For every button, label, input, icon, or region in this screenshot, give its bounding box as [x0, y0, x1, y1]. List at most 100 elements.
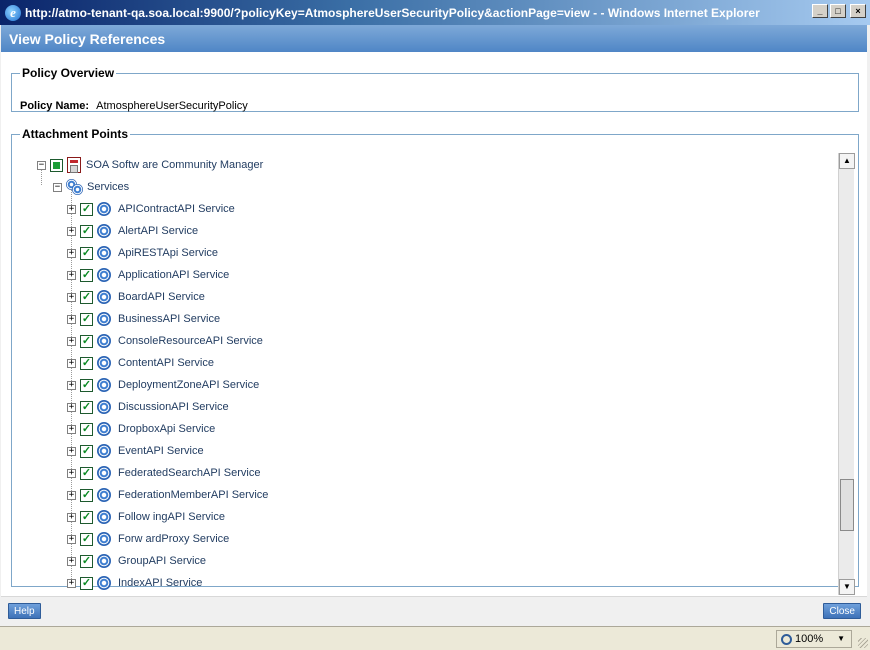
- tree-node-service[interactable]: + ✓ ConsoleResourceAPI Service: [67, 332, 263, 350]
- checkbox[interactable]: ✓: [80, 312, 93, 326]
- tree-node-service[interactable]: + ✓ APIContractAPI Service: [67, 200, 235, 218]
- resize-grip[interactable]: [858, 638, 868, 648]
- zoom-control[interactable]: 100% ▼: [776, 630, 852, 648]
- close-window-button[interactable]: ×: [850, 4, 866, 18]
- checkbox[interactable]: ✓: [80, 356, 93, 370]
- tree-node-label: IndexAPI Service: [118, 577, 203, 589]
- gear-icon: [97, 422, 111, 436]
- expand-icon[interactable]: +: [67, 490, 76, 500]
- expand-icon[interactable]: +: [67, 468, 76, 478]
- services-icon: [66, 179, 84, 195]
- scroll-thumb[interactable]: [840, 479, 854, 531]
- tree-node-label: BoardAPI Service: [118, 291, 205, 303]
- scroll-down-button[interactable]: ▼: [839, 579, 855, 595]
- tree-node-service[interactable]: + ✓ Follow ingAPI Service: [67, 508, 225, 526]
- tree-node-service[interactable]: + ✓ GroupAPI Service: [67, 552, 206, 570]
- collapse-icon[interactable]: −: [53, 182, 62, 192]
- help-button[interactable]: Help: [8, 603, 41, 619]
- checkbox[interactable]: ✓: [80, 532, 93, 546]
- checkbox[interactable]: ✓: [80, 202, 93, 216]
- expand-icon[interactable]: +: [67, 402, 76, 412]
- gear-icon: [97, 334, 111, 348]
- expand-icon[interactable]: +: [67, 226, 76, 236]
- checkbox[interactable]: ✓: [80, 444, 93, 458]
- vertical-scrollbar[interactable]: ▲ ▼: [838, 153, 855, 595]
- expand-icon[interactable]: +: [67, 292, 76, 302]
- gear-icon: [97, 378, 111, 392]
- tree-node-label: SOA Softw are Community Manager: [86, 159, 264, 171]
- chevron-down-icon[interactable]: ▼: [837, 631, 845, 647]
- collapse-icon[interactable]: −: [37, 160, 46, 170]
- expand-icon[interactable]: +: [67, 358, 76, 368]
- expand-icon[interactable]: +: [67, 534, 76, 544]
- expand-icon[interactable]: +: [67, 248, 76, 258]
- tree-node-service[interactable]: + ✓ FederatedSearchAPI Service: [67, 464, 260, 482]
- tree-node-service[interactable]: + ✓ EventAPI Service: [67, 442, 204, 460]
- checkbox[interactable]: ✓: [80, 576, 93, 590]
- status-bar: 100% ▼: [0, 626, 870, 650]
- dialog-content: Policy Overview Policy Name: AtmosphereU…: [1, 52, 867, 596]
- partial-checkbox[interactable]: [50, 158, 63, 172]
- tree-node-label: DeploymentZoneAPI Service: [118, 379, 260, 391]
- tree-node-service[interactable]: + ✓ BoardAPI Service: [67, 288, 205, 306]
- expand-icon[interactable]: +: [67, 336, 76, 346]
- tree-node-service[interactable]: + ✓ ApiRESTApi Service: [67, 244, 218, 262]
- tree-node-service[interactable]: + ✓ BusinessAPI Service: [67, 310, 220, 328]
- expand-icon[interactable]: +: [67, 270, 76, 280]
- tree-node-service[interactable]: + ✓ ApplicationAPI Service: [67, 266, 229, 284]
- expand-icon[interactable]: +: [67, 578, 76, 588]
- checkbox[interactable]: ✓: [80, 554, 93, 568]
- tree-node-service[interactable]: + ✓ DropboxApi Service: [67, 420, 215, 438]
- tree-node-label: FederatedSearchAPI Service: [118, 467, 261, 479]
- expand-icon[interactable]: +: [67, 446, 76, 456]
- checkbox[interactable]: ✓: [80, 268, 93, 282]
- expand-icon[interactable]: +: [67, 204, 76, 214]
- gear-icon: [97, 268, 111, 282]
- checkbox[interactable]: ✓: [80, 400, 93, 414]
- close-button[interactable]: Close: [823, 603, 861, 619]
- window-titlebar: e http://atmo-tenant-qa.soa.local:9900/?…: [0, 0, 870, 25]
- attachment-points-legend: Attachment Points: [22, 127, 129, 141]
- checkbox[interactable]: ✓: [80, 378, 93, 392]
- tree-node-label: ApiRESTApi Service: [118, 247, 219, 259]
- tree-node-service[interactable]: + ✓ AlertAPI Service: [67, 222, 198, 240]
- tree-node-label: ConsoleResourceAPI Service: [118, 335, 263, 347]
- window-title: http://atmo-tenant-qa.soa.local:9900/?po…: [25, 5, 760, 20]
- gear-icon: [97, 444, 111, 458]
- checkbox[interactable]: ✓: [80, 224, 93, 238]
- tree-node-service[interactable]: + ✓ DiscussionAPI Service: [67, 398, 229, 416]
- gear-icon: [97, 356, 111, 370]
- checkbox[interactable]: ✓: [80, 246, 93, 260]
- expand-icon[interactable]: +: [67, 380, 76, 390]
- gear-icon: [97, 224, 111, 238]
- tree-node-service[interactable]: + ✓ Forw ardProxy Service: [67, 530, 229, 548]
- expand-icon[interactable]: +: [67, 314, 76, 324]
- minimize-button[interactable]: _: [812, 4, 828, 18]
- checkbox[interactable]: ✓: [80, 290, 93, 304]
- checkbox[interactable]: ✓: [80, 510, 93, 524]
- tree-node-label: BusinessAPI Service: [118, 313, 221, 325]
- dialog-title: View Policy References: [1, 25, 867, 52]
- tree-node-service[interactable]: + ✓ ContentAPI Service: [67, 354, 214, 372]
- expand-icon[interactable]: +: [67, 424, 76, 434]
- tree-node-label: AlertAPI Service: [118, 225, 199, 237]
- maximize-button[interactable]: □: [830, 4, 846, 18]
- checkbox[interactable]: ✓: [80, 488, 93, 502]
- checkbox[interactable]: ✓: [80, 422, 93, 436]
- internet-explorer-icon: e: [5, 4, 21, 21]
- tree-node-root[interactable]: − SOA Softw are Community Manager: [37, 156, 263, 174]
- tree-node-service[interactable]: + ✓ DeploymentZoneAPI Service: [67, 376, 259, 394]
- tree-node-service[interactable]: + ✓ IndexAPI Service: [67, 574, 202, 592]
- tree-node-label: EventAPI Service: [118, 445, 204, 457]
- tree-node-services[interactable]: − Services: [53, 178, 129, 196]
- policy-name-value: AtmosphereUserSecurityPolicy: [96, 100, 248, 112]
- checkbox[interactable]: ✓: [80, 466, 93, 480]
- zoom-icon: [781, 633, 792, 645]
- scroll-up-button[interactable]: ▲: [839, 153, 855, 169]
- tree-node-service[interactable]: + ✓ FederationMemberAPI Service: [67, 486, 268, 504]
- checkbox[interactable]: ✓: [80, 334, 93, 348]
- expand-icon[interactable]: +: [67, 556, 76, 566]
- tree-node-label: ApplicationAPI Service: [118, 269, 230, 281]
- tree-node-label: Services: [87, 181, 130, 193]
- expand-icon[interactable]: +: [67, 512, 76, 522]
